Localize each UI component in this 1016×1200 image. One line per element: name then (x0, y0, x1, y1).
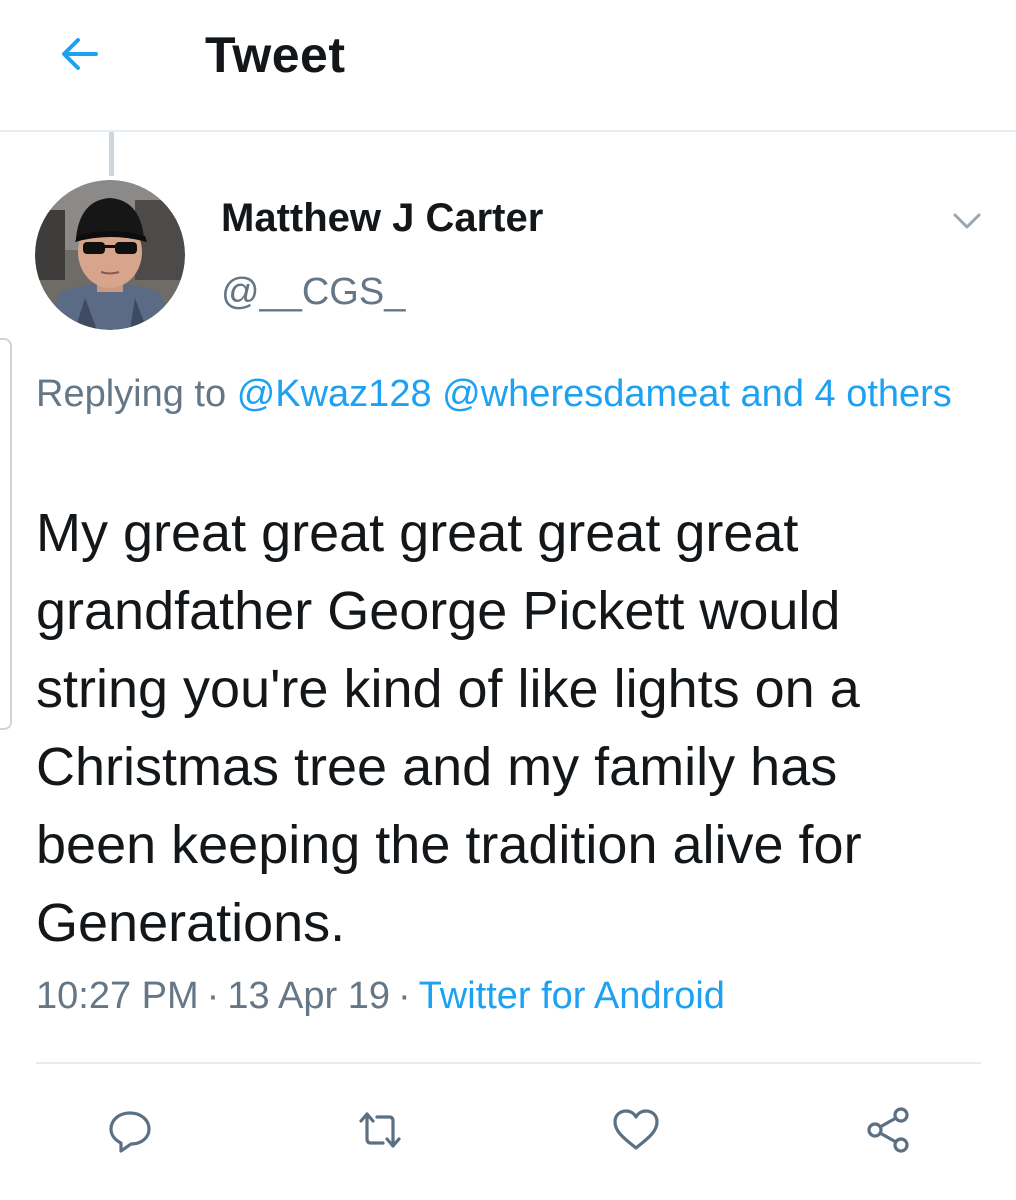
arrow-left-icon (62, 38, 98, 70)
thread-connector-line (109, 132, 114, 176)
avatar[interactable] (35, 180, 185, 330)
retweet-icon (359, 1112, 401, 1148)
reply-context: Replying to @Kwaz128 @wheresdameat and 4… (36, 366, 996, 422)
tweet-time: 10:27 PM (36, 975, 199, 1017)
like-button[interactable] (606, 1100, 666, 1160)
header-divider (0, 130, 1016, 132)
meta-separator: · (206, 975, 220, 1017)
chevron-down-icon (953, 213, 981, 229)
mention-link[interactable]: @wheresdameat (442, 373, 730, 415)
page-title: Tweet (205, 27, 346, 83)
heart-icon (613, 1109, 659, 1150)
author-name[interactable]: Matthew J Carter (221, 196, 543, 241)
reply-button[interactable] (100, 1100, 160, 1160)
back-button[interactable] (48, 22, 112, 86)
reply-prefix: Replying to (36, 373, 227, 415)
tweet-options-button[interactable] (942, 196, 992, 246)
author-handle[interactable]: @__CGS_ (221, 271, 405, 314)
actions-divider (36, 1062, 981, 1064)
tweet-meta: 10:27 PM · 13 Apr 19 · Twitter for Android (36, 975, 725, 1018)
tweet-date: 13 Apr 19 (227, 975, 390, 1017)
meta-separator: · (398, 975, 411, 1017)
mention-link[interactable]: @Kwaz128 (237, 373, 432, 415)
tweet-text: My great great great great great grandfa… (36, 503, 862, 953)
avatar-image (35, 180, 185, 330)
share-button[interactable] (858, 1100, 918, 1160)
reply-icon (109, 1111, 151, 1153)
reply-others-link[interactable]: and 4 others (741, 373, 952, 415)
top-bar (0, 0, 1016, 130)
tweet-source-link[interactable]: Twitter for Android (419, 975, 725, 1017)
retweet-button[interactable] (350, 1100, 410, 1160)
selection-marker (0, 338, 12, 730)
share-icon (867, 1107, 909, 1153)
